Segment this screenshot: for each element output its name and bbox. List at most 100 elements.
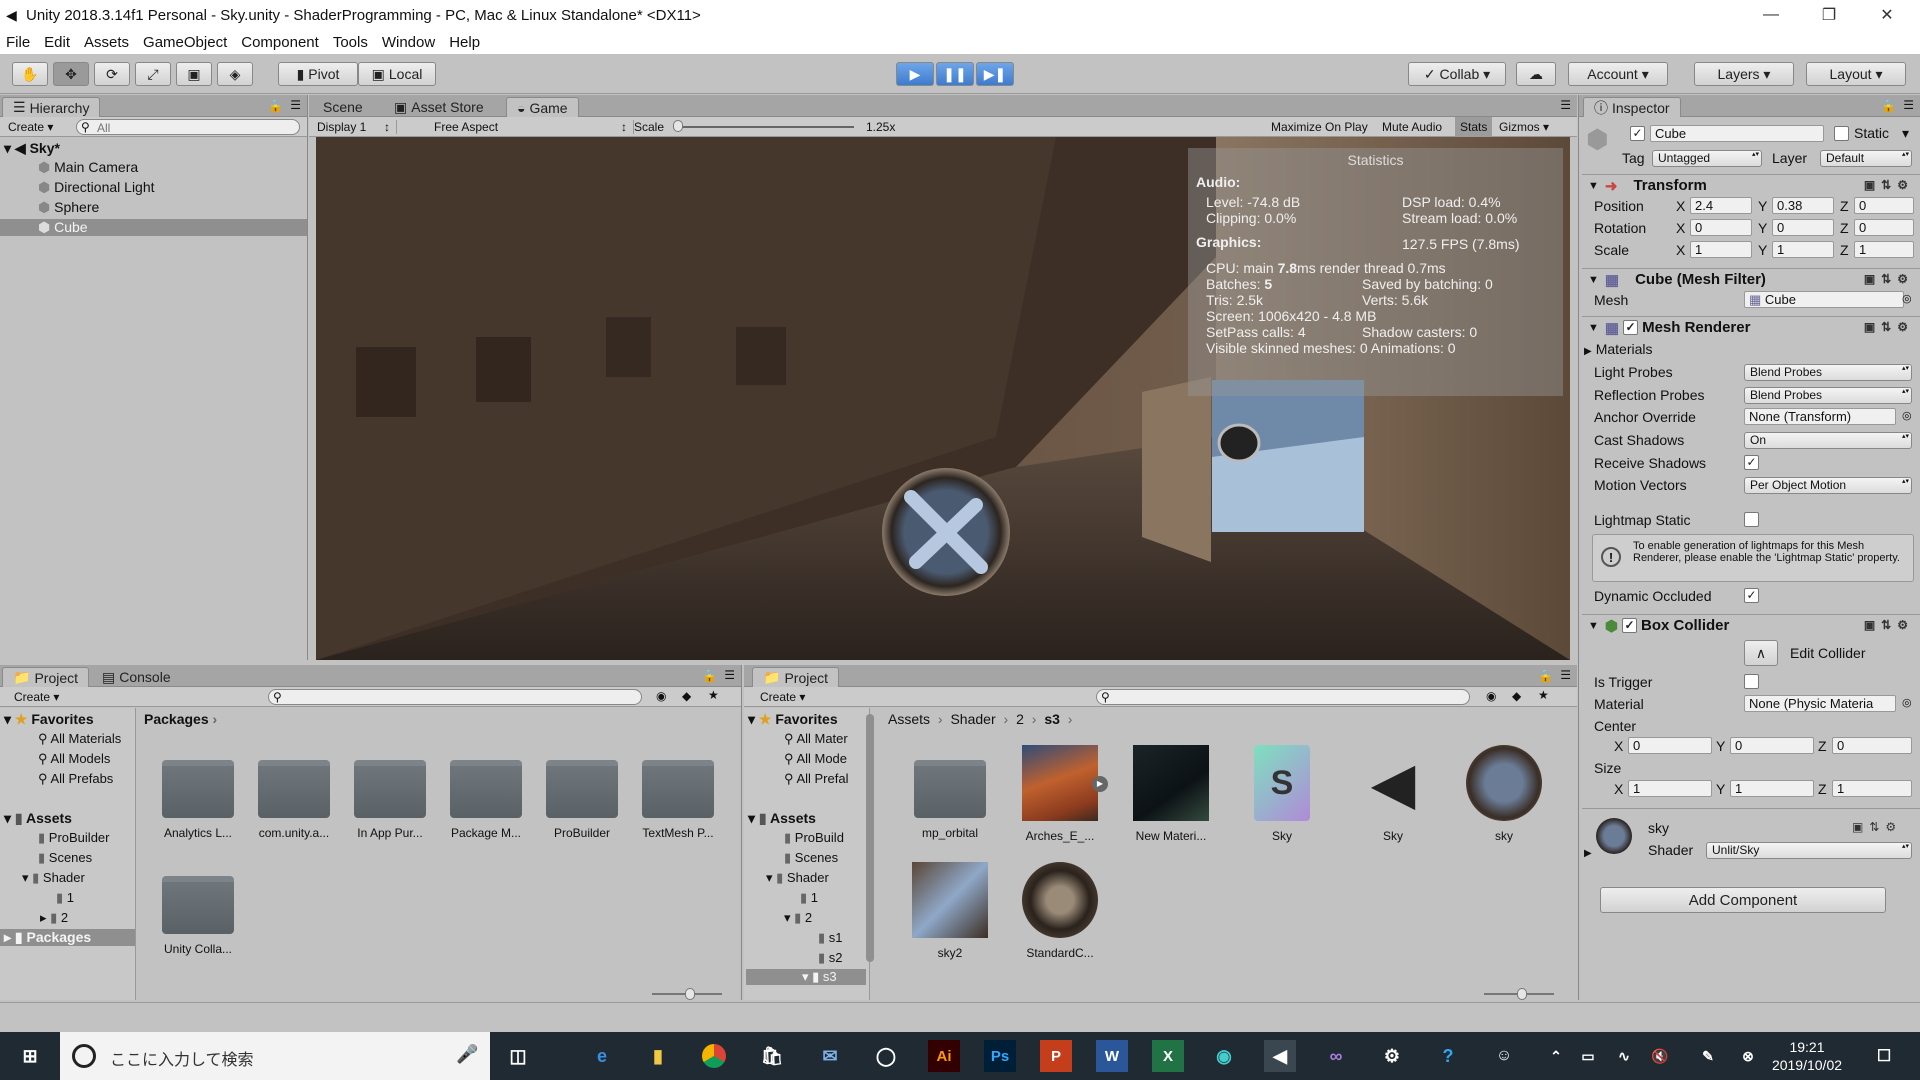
- chevron-up-icon[interactable]: ⌃: [1540, 1040, 1572, 1072]
- menu-help[interactable]: Help: [449, 34, 480, 51]
- microphone-icon[interactable]: 🎤: [456, 1044, 478, 1065]
- tab-asset-store[interactable]: ▣ Asset Store: [384, 97, 494, 117]
- static-dropdown-icon[interactable]: ▾: [1902, 125, 1909, 142]
- transform-tool-icon[interactable]: ◈: [217, 62, 253, 86]
- box-collider-header[interactable]: ▼ ⬢ ✓ Box Collider ▣⇅⚙: [1582, 614, 1920, 636]
- project-create-dropdown[interactable]: Create ▾: [760, 690, 805, 704]
- hierarchy-item-selected[interactable]: ⬢ Cube: [0, 219, 307, 236]
- hierarchy-item[interactable]: ⬢ Directional Light: [38, 179, 155, 196]
- center-z-field[interactable]: 0: [1832, 737, 1912, 754]
- favorites-node[interactable]: ▾ ★ Favorites: [748, 711, 838, 728]
- rotation-y-field[interactable]: 0: [1772, 219, 1834, 236]
- scale-slider-thumb[interactable]: [673, 120, 683, 132]
- package-folder[interactable]: ProBuilder: [532, 760, 632, 840]
- object-picker-icon[interactable]: ◎: [1902, 409, 1912, 422]
- aspect-dropdown[interactable]: Free Aspect ↕: [434, 120, 634, 134]
- filter-type-icon[interactable]: ◉: [656, 689, 666, 703]
- favorite-item[interactable]: ⚲ All Prefabs: [38, 771, 113, 787]
- material-preview-icon[interactable]: [1596, 818, 1632, 854]
- scale-tool-icon[interactable]: ⤢: [135, 62, 171, 86]
- star-icon[interactable]: ★: [708, 688, 719, 702]
- asset-item[interactable]: mp_orbital: [900, 760, 1000, 840]
- menu-gameobject[interactable]: GameObject: [143, 34, 227, 51]
- asset-folder[interactable]: ▾ ▮ Shader: [766, 870, 829, 886]
- package-folder[interactable]: Analytics L...: [148, 760, 248, 840]
- component-icons[interactable]: ▣⇅⚙: [1852, 820, 1914, 834]
- star-icon[interactable]: ★: [1538, 688, 1549, 702]
- edit-collider-button[interactable]: ∧: [1744, 640, 1778, 666]
- asset-item[interactable]: Arches_E_...: [1010, 745, 1110, 843]
- tab-inspector[interactable]: ⓘ Inspector: [1583, 97, 1681, 117]
- illustrator-icon[interactable]: Ai: [928, 1040, 960, 1072]
- mute-audio-toggle[interactable]: Mute Audio: [1382, 120, 1442, 134]
- box-collider-enabled-checkbox[interactable]: ✓: [1622, 618, 1637, 633]
- tab-console[interactable]: ▤ Console: [92, 667, 181, 687]
- anchor-override-field[interactable]: None (Transform): [1744, 408, 1896, 425]
- maximize-button[interactable]: ❐: [1800, 0, 1858, 30]
- panel-menu-icon[interactable]: ☰: [1560, 668, 1571, 682]
- menu-assets[interactable]: Assets: [84, 34, 129, 51]
- center-y-field[interactable]: 0: [1730, 737, 1814, 754]
- assets-node[interactable]: ▾ ▮ Assets: [748, 810, 816, 827]
- scale-x-field[interactable]: 1: [1690, 241, 1752, 258]
- mesh-renderer-header[interactable]: ▼ ▦ ✓ Mesh Renderer ▣⇅⚙: [1582, 316, 1920, 338]
- word-icon[interactable]: W: [1096, 1040, 1128, 1072]
- tag-dropdown[interactable]: Untagged: [1652, 150, 1762, 167]
- active-checkbox[interactable]: ✓: [1630, 126, 1645, 141]
- taskbar-search-box[interactable]: ここに入力して検索 🎤: [60, 1032, 490, 1080]
- minimize-button[interactable]: —: [1742, 0, 1800, 30]
- asset-folder[interactable]: ▮ Scenes: [784, 850, 838, 866]
- menu-file[interactable]: File: [6, 34, 30, 51]
- play-button[interactable]: ▶: [896, 62, 934, 86]
- tab-hierarchy[interactable]: ☰ Hierarchy: [2, 97, 101, 117]
- asset-folder[interactable]: ▸ ▮ 2: [40, 910, 68, 926]
- filter-label-icon[interactable]: ◆: [682, 689, 691, 703]
- project-create-dropdown[interactable]: Create ▾: [14, 690, 59, 704]
- settings-icon[interactable]: ⚙: [1376, 1040, 1408, 1072]
- clock[interactable]: 19:21 2019/10/02: [1770, 1038, 1844, 1074]
- speaker-mute-icon[interactable]: 🔇: [1644, 1040, 1676, 1072]
- move-tool-icon[interactable]: ✥: [53, 62, 89, 86]
- pause-button[interactable]: ❚❚: [936, 62, 974, 86]
- chrome-icon[interactable]: [698, 1040, 730, 1072]
- lock-icon[interactable]: 🔒: [702, 669, 717, 683]
- motion-vectors-dropdown[interactable]: Per Object Motion: [1744, 477, 1912, 494]
- tab-project[interactable]: 📁 Project: [2, 667, 90, 687]
- package-folder[interactable]: Unity Colla...: [148, 876, 248, 956]
- people-icon[interactable]: ☺: [1488, 1040, 1520, 1072]
- packages-node[interactable]: ▸ ▮ Packages: [0, 929, 135, 946]
- pivot-toggle[interactable]: ▮ Pivot: [278, 62, 358, 86]
- close-circle-icon[interactable]: ⊗: [1732, 1040, 1764, 1072]
- package-folder[interactable]: Package M...: [436, 760, 536, 840]
- edge-icon[interactable]: e: [586, 1040, 618, 1072]
- game-viewport[interactable]: Statistics Audio: Level: -74.8 dB DSP lo…: [316, 137, 1570, 660]
- size-y-field[interactable]: 1: [1730, 780, 1814, 797]
- collab-dropdown[interactable]: ✓ Collab ▾: [1408, 62, 1506, 86]
- receive-shadows-checkbox[interactable]: ✓: [1744, 455, 1759, 470]
- panel-menu-icon[interactable]: ☰: [1560, 98, 1571, 112]
- physic-material-field[interactable]: None (Physic Materia: [1744, 695, 1896, 712]
- favorite-item[interactable]: ⚲ All Materials: [38, 731, 121, 747]
- scene-root[interactable]: ▾ ◀ Sky*: [4, 140, 60, 157]
- transform-header[interactable]: ▼ ➜ Transform ▣⇅⚙: [1582, 174, 1920, 196]
- component-icons[interactable]: ▣⇅⚙: [1864, 320, 1914, 334]
- maximize-on-play-toggle[interactable]: Maximize On Play: [1271, 120, 1368, 134]
- step-button[interactable]: ▶❚: [976, 62, 1014, 86]
- center-x-field[interactable]: 0: [1628, 737, 1712, 754]
- asset-item[interactable]: StandardC...: [1010, 862, 1110, 960]
- windows-start-icon[interactable]: ⊞: [14, 1040, 46, 1072]
- static-checkbox[interactable]: [1834, 126, 1849, 141]
- rect-tool-icon[interactable]: ▣: [176, 62, 212, 86]
- size-z-field[interactable]: 1: [1832, 780, 1912, 797]
- asset-item[interactable]: ◀ Sky: [1343, 745, 1443, 843]
- app-icon[interactable]: ◯: [870, 1040, 902, 1072]
- breadcrumb-item[interactable]: Shader: [950, 711, 995, 727]
- asset-folder[interactable]: ▮ 1: [56, 890, 74, 906]
- filter-label-icon[interactable]: ◆: [1512, 689, 1521, 703]
- lock-icon[interactable]: 🔒: [1538, 669, 1553, 683]
- material-foldout-icon[interactable]: ▶: [1584, 848, 1592, 859]
- hierarchy-item[interactable]: ⬢ Sphere: [38, 199, 99, 216]
- tree-scrollbar[interactable]: [866, 714, 874, 962]
- panel-menu-icon[interactable]: ☰: [724, 668, 735, 682]
- position-y-field[interactable]: 0.38: [1772, 197, 1834, 214]
